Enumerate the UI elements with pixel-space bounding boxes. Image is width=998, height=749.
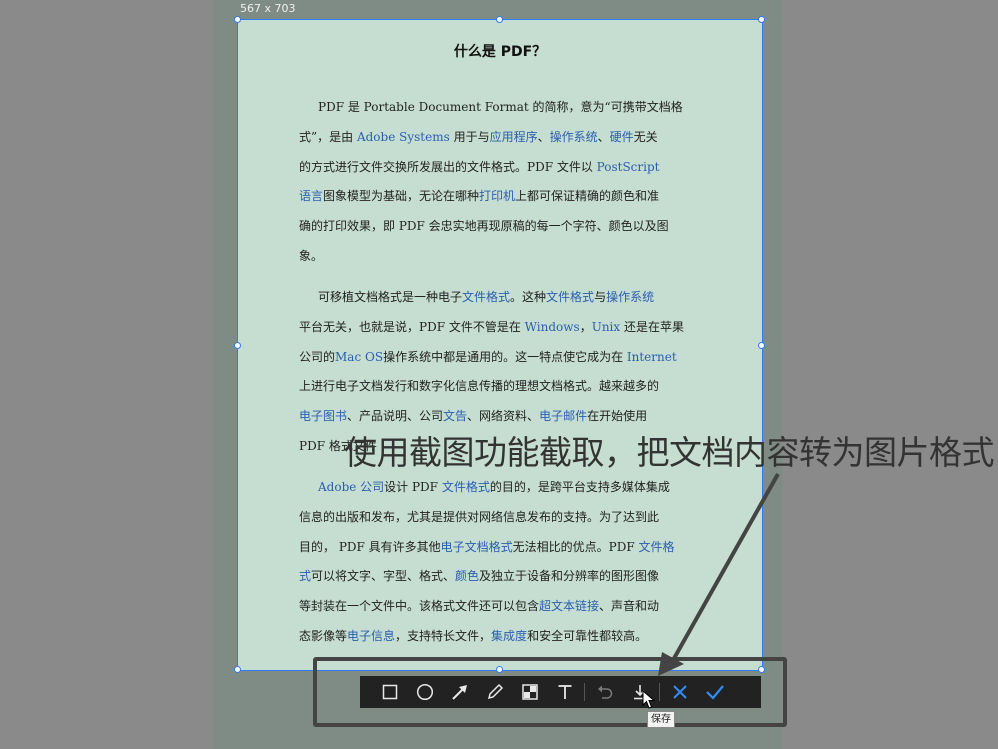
annotation-caption: 使用截图功能截取，把文档内容转为图片格式 — [344, 433, 995, 472]
text-tool[interactable] — [547, 676, 582, 708]
resize-handle-left[interactable] — [234, 342, 241, 349]
circle-icon — [416, 683, 433, 701]
mosaic-icon — [521, 684, 538, 700]
capture-selection-frame[interactable] — [237, 19, 763, 671]
toolbar-separator — [659, 683, 660, 701]
text-icon — [558, 685, 571, 699]
toolbar-separator — [584, 683, 585, 701]
resize-handle-bottom-left[interactable] — [234, 666, 241, 673]
close-icon — [672, 685, 687, 699]
rectangle-tool[interactable] — [372, 676, 407, 708]
confirm-button[interactable] — [697, 676, 732, 708]
resize-handle-right[interactable] — [758, 342, 765, 349]
selection-size-label: 567 x 703 — [240, 2, 296, 15]
resize-handle-top[interactable] — [496, 16, 503, 23]
cancel-button[interactable] — [662, 676, 697, 708]
pencil-tool[interactable] — [477, 676, 512, 708]
arrow-tool[interactable] — [442, 676, 477, 708]
rectangle-icon — [382, 684, 397, 700]
mosaic-tool[interactable] — [512, 676, 547, 708]
mouse-cursor-icon — [642, 690, 656, 709]
undo-button[interactable] — [587, 676, 622, 708]
save-tooltip: 保存 — [647, 711, 675, 728]
check-icon — [705, 685, 724, 700]
pencil-icon — [487, 683, 503, 700]
screenshot-toolbar — [360, 676, 761, 708]
resize-handle-top-right[interactable] — [758, 16, 765, 23]
resize-handle-top-left[interactable] — [234, 16, 241, 23]
undo-icon — [597, 685, 612, 699]
ellipse-tool[interactable] — [407, 676, 442, 708]
arrow-icon — [451, 685, 467, 700]
